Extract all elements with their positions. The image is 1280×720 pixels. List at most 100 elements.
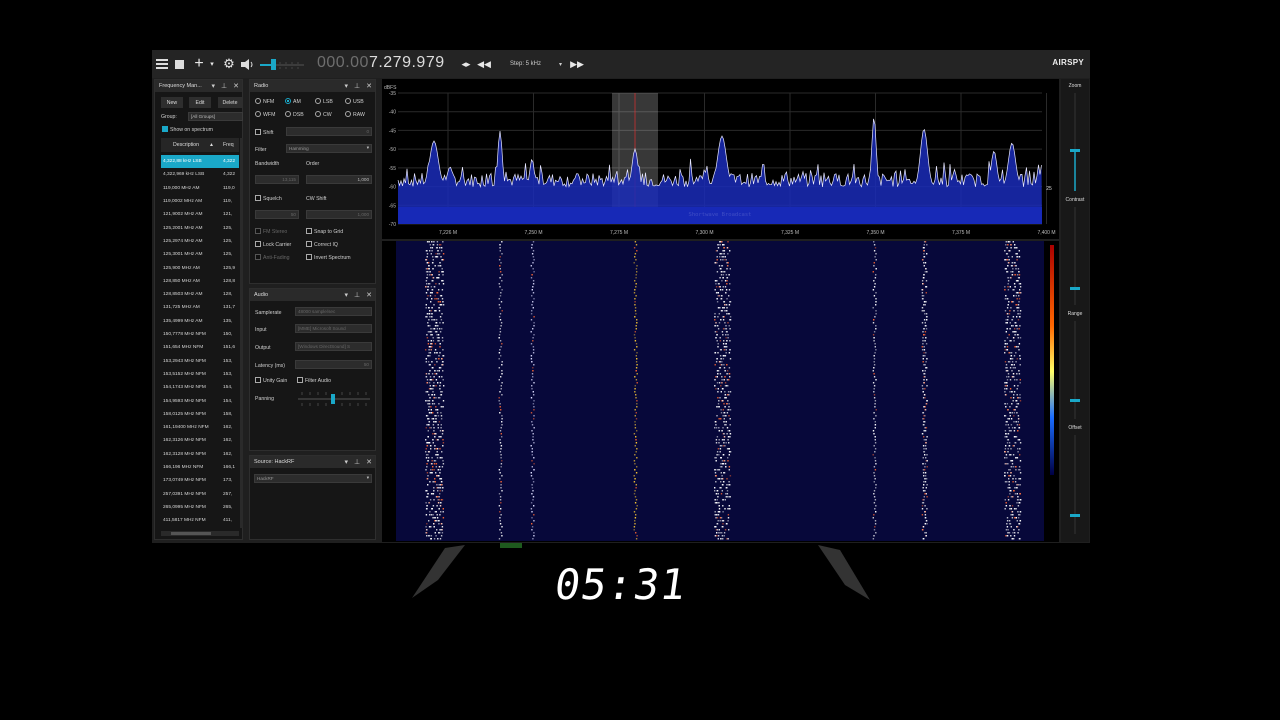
list-item[interactable]: 119,0002 MHz AM 119,	[161, 195, 239, 208]
pin-icon[interactable]: ⊥	[221, 82, 227, 90]
bandwidth-input[interactable]: 13,115	[255, 175, 299, 184]
list-item[interactable]: 154,9593 MHz NFM 154,	[161, 394, 239, 407]
list-item[interactable]: 173,0749 MHz NFM 173,	[161, 474, 239, 487]
pin-icon[interactable]: ⊥	[354, 82, 360, 90]
edit-button[interactable]: Edit	[189, 97, 211, 108]
mode-radio-raw[interactable]	[345, 111, 351, 117]
mode-radio-nfm[interactable]	[255, 98, 261, 104]
list-item[interactable]: 161,19400 MHz NFM 162,	[161, 421, 239, 434]
filter-select[interactable]: Hamming ▾	[286, 144, 372, 153]
list-item[interactable]: 151,654 MHz NFM 151,6	[161, 341, 239, 354]
pin-icon[interactable]: ⊥	[354, 291, 360, 299]
panning-slider[interactable]	[296, 389, 372, 409]
list-item[interactable]: 125,2974 MHz AM 125,	[161, 235, 239, 248]
invert-spectrum-checkbox[interactable]	[306, 254, 312, 260]
squelch-checkbox[interactable]	[255, 195, 261, 201]
list-item[interactable]: 128,850 MHz AM 128,8	[161, 275, 239, 288]
tune-left-right-icon[interactable]: ◂▸	[459, 50, 473, 78]
close-icon[interactable]: ✕	[366, 458, 372, 466]
mode-radio-lsb[interactable]	[315, 98, 321, 104]
input-device-select[interactable]: [MME] Microsoft Sound	[295, 324, 372, 333]
hamburger-menu-icon[interactable]	[154, 50, 170, 78]
mode-radio-cw[interactable]	[315, 111, 321, 117]
anti-fading-checkbox[interactable]	[255, 254, 261, 260]
close-icon[interactable]: ✕	[366, 291, 372, 299]
mode-radio-dsb[interactable]	[285, 111, 291, 117]
lock-carrier-checkbox[interactable]	[255, 241, 261, 247]
output-device-select[interactable]: [Windows DirectSound] S	[295, 342, 372, 351]
list-item[interactable]: 411,5817 MHz NFM 411,	[161, 514, 239, 527]
frequency-display[interactable]: 000.007.279.979	[317, 54, 445, 72]
list-item[interactable]: 125,3001 MHz AM 125,	[161, 248, 239, 261]
list-item[interactable]: 131,725 MHz AM 131,7	[161, 301, 239, 314]
list-item[interactable]: 121,9002 MHz AM 121,	[161, 208, 239, 221]
add-icon[interactable]: +	[192, 50, 206, 78]
list-item[interactable]: 154,1743 MHz NFM 154,	[161, 381, 239, 394]
samplerate-select[interactable]: 48000 sample/sec	[295, 307, 372, 316]
volume-slider[interactable]	[258, 50, 306, 78]
close-icon[interactable]: ✕	[233, 82, 239, 90]
mode-radio-am[interactable]	[285, 98, 291, 104]
list-item[interactable]: 125,900 MHz AM 125,9	[161, 261, 239, 274]
offset-slider-thumb[interactable]	[1070, 514, 1080, 517]
list-item[interactable]: 265,0995 MHz NFM 265,	[161, 501, 239, 514]
description-column-header[interactable]: Description	[161, 142, 209, 148]
chevron-down-icon[interactable]: ▾	[345, 458, 349, 466]
spectrum-plot[interactable]: -35-40-45-50-55-60-65-707,226 M 7,250 M 7,…	[382, 79, 1059, 239]
order-input[interactable]: 1,000	[306, 175, 372, 184]
delete-button[interactable]: Delete	[218, 97, 242, 108]
range-slider-thumb[interactable]	[1070, 399, 1080, 402]
list-item[interactable]: 119,000 MHz AM 119,0	[161, 182, 239, 195]
zoom-slider-thumb[interactable]	[1070, 149, 1080, 152]
spectrum-analyzer[interactable]: -35 -40 -45 -50 -55 -60 -65 -70 7,226 M 7,250 M 7,…	[382, 79, 1059, 239]
fm-stereo-checkbox[interactable]	[255, 228, 261, 234]
horizontal-scrollbar[interactable]	[161, 531, 239, 536]
snap-to-grid-checkbox[interactable]	[306, 228, 312, 234]
list-item[interactable]: 135,4999 MHz AM 135,	[161, 315, 239, 328]
list-item[interactable]: 162,3128 MHz NFM 162,	[161, 448, 239, 461]
chevron-down-icon[interactable]: ▾	[212, 82, 216, 90]
close-icon[interactable]: ✕	[366, 82, 372, 90]
chevron-down-icon[interactable]: ▾	[345, 82, 349, 90]
freq-column-header[interactable]: Freq	[223, 142, 234, 148]
stop-icon[interactable]	[172, 50, 186, 78]
list-item[interactable]: 153,2943 MHz NFM 153,	[161, 355, 239, 368]
list-item[interactable]: 162,3126 MHz NFM 162,	[161, 434, 239, 447]
group-select[interactable]: [All Groups]	[188, 112, 243, 121]
step-select[interactable]: Step: 5 kHz ▾	[507, 58, 565, 70]
shift-input[interactable]: 0	[286, 127, 372, 136]
mode-radio-wfm[interactable]	[255, 111, 261, 117]
filter-audio-checkbox[interactable]	[297, 377, 303, 383]
mode-radio-usb[interactable]	[345, 98, 351, 104]
list-item[interactable]: 150,7778 MHz NFM 150,	[161, 328, 239, 341]
cw-shift-input[interactable]: 1,000	[306, 210, 372, 219]
list-item[interactable]: 128,8503 MHz AM 128,	[161, 288, 239, 301]
gear-icon[interactable]: ⚙	[221, 50, 237, 78]
list-item[interactable]: 166,196 MHz NFM 166,1	[161, 461, 239, 474]
latency-input[interactable]: 50	[295, 360, 372, 369]
list-item[interactable]: 153,5152 MHz NFM 153,	[161, 368, 239, 381]
new-button[interactable]: New	[161, 97, 183, 108]
list-item[interactable]: 4,322,88 kHz LSB 4,322	[161, 155, 239, 169]
show-on-spectrum-checkbox[interactable]	[162, 126, 168, 132]
vertical-scrollbar[interactable]	[240, 138, 243, 528]
scrollbar-thumb[interactable]	[171, 532, 211, 535]
speaker-icon[interactable]	[239, 50, 255, 78]
waterfall-display[interactable]	[382, 241, 1059, 542]
list-item[interactable]: 125,2001 MHz AM 125,	[161, 222, 239, 235]
pin-icon[interactable]: ⊥	[354, 458, 360, 466]
rewind-icon[interactable]: ◀◀	[477, 50, 491, 78]
shift-checkbox[interactable]	[255, 129, 261, 135]
list-item[interactable]: 4,322,969 kHz LSB 4,322	[161, 168, 239, 181]
source-device-select[interactable]: HackRF ▾	[254, 474, 372, 483]
list-item[interactable]: 257,0391 MHz NFM 257,	[161, 488, 239, 501]
waterfall-plot[interactable]	[382, 241, 1059, 542]
list-item[interactable]: 158,0125 MHz NFM 158,	[161, 408, 239, 421]
unity-gain-checkbox[interactable]	[255, 377, 261, 383]
fast-forward-icon[interactable]: ▶▶	[570, 50, 584, 78]
squelch-input[interactable]: 50	[255, 210, 299, 219]
correct-iq-checkbox[interactable]	[306, 241, 312, 247]
contrast-slider-thumb[interactable]	[1070, 287, 1080, 290]
chevron-down-icon[interactable]: ▾	[345, 291, 349, 299]
chevron-down-icon[interactable]: ▾	[207, 50, 217, 78]
